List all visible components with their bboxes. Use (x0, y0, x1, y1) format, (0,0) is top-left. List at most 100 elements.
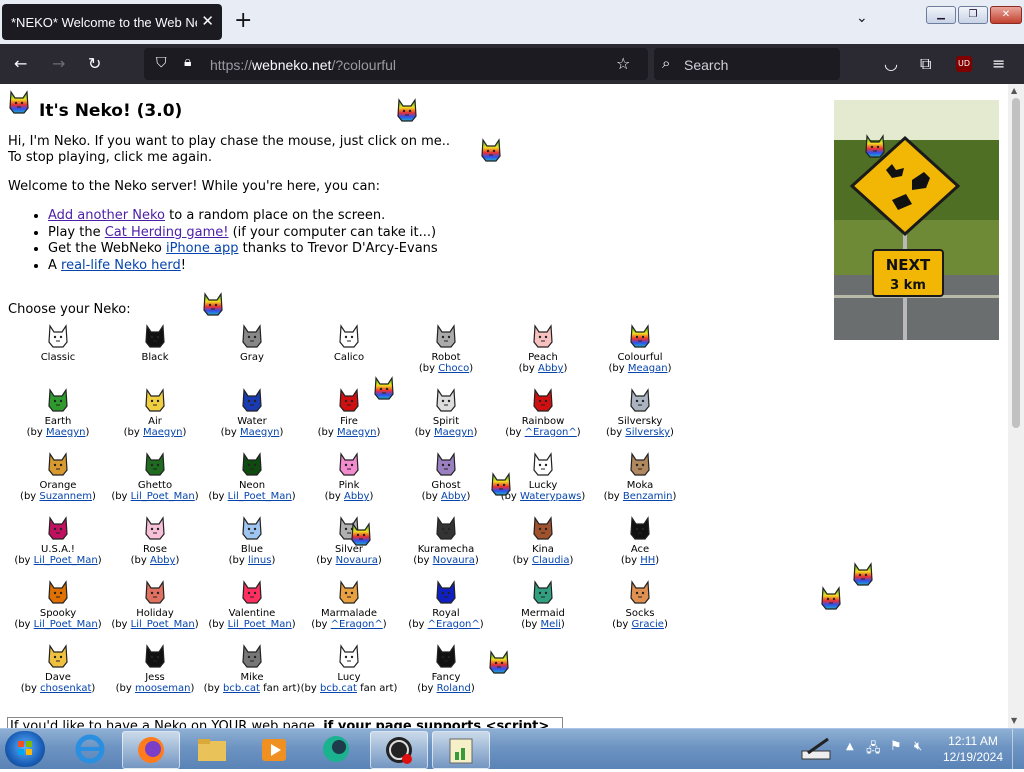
neko-herd-link[interactable]: real-life Neko herd (61, 258, 181, 273)
author-link[interactable]: Maegyn (46, 427, 86, 438)
author-link[interactable]: Roland (437, 683, 471, 694)
neko-sprite-icon[interactable] (528, 512, 558, 542)
neko-choice[interactable]: Spirit (by Maegyn) (396, 384, 496, 438)
neko-choice[interactable]: Marmalade (by ^Eragon^) (299, 576, 399, 630)
neko-sprite-icon[interactable] (140, 384, 170, 414)
neko-choice[interactable]: Ghetto (by Lil_Poet_Man) (105, 448, 205, 502)
neko-sprite-icon[interactable] (334, 448, 364, 478)
menu-icon[interactable]: ≡ (992, 54, 1005, 73)
neko-sprite-icon[interactable] (43, 320, 73, 350)
floating-neko-icon[interactable] (392, 94, 422, 124)
author-link[interactable]: Choco (438, 363, 469, 374)
author-link[interactable]: Waterypaws (520, 491, 581, 502)
neko-choice[interactable]: Ghost (by Abby) (396, 448, 496, 502)
neko-choice[interactable]: Rose (by Abby) (105, 512, 205, 566)
author-link[interactable]: Novaura (336, 555, 378, 566)
tracking-shield-icon[interactable]: ⛉ (156, 55, 167, 71)
pocket-icon[interactable]: ◡ (884, 54, 898, 73)
taskbar-explorer[interactable] (184, 731, 240, 767)
floating-neko-icon[interactable] (848, 558, 878, 588)
ublock-icon[interactable]: UD (956, 56, 972, 72)
neko-sprite-icon[interactable] (334, 576, 364, 606)
floating-neko-icon[interactable] (486, 468, 516, 498)
taskbar-clock[interactable]: 12:11 AM 12/19/2024 (942, 733, 1004, 765)
lock-icon[interactable]: 🔒︎ (184, 54, 191, 70)
neko-choice[interactable]: Neon (by Lil_Poet_Man) (202, 448, 302, 502)
floating-neko-icon[interactable] (346, 518, 376, 548)
close-window-button[interactable]: ✕ (990, 6, 1022, 24)
neko-cat-icon[interactable] (4, 86, 34, 116)
neko-choice[interactable]: U.S.A.! (by Lil_Poet_Man) (8, 512, 108, 566)
volume-muted-icon[interactable]: 🔇︎ (914, 739, 922, 754)
neko-sprite-icon[interactable] (528, 320, 558, 350)
author-link[interactable]: Maegyn (337, 427, 377, 438)
neko-sprite-icon[interactable] (625, 512, 655, 542)
neko-sprite-icon[interactable] (140, 640, 170, 670)
floating-neko-icon[interactable] (484, 646, 514, 676)
neko-sprite-icon[interactable] (431, 640, 461, 670)
neko-choice[interactable]: Gray (202, 320, 302, 363)
neko-choice[interactable]: Air (by Maegyn) (105, 384, 205, 438)
neko-choice[interactable]: Kina (by Claudia) (493, 512, 593, 566)
author-link[interactable]: Meli (541, 619, 561, 630)
neko-choice[interactable]: Royal (by ^Eragon^) (396, 576, 496, 630)
neko-choice[interactable]: Lucy (by bcb.cat fan art) (299, 640, 399, 694)
neko-sprite-icon[interactable] (43, 512, 73, 542)
floating-neko-icon[interactable] (860, 130, 890, 160)
neko-sprite-icon[interactable] (237, 640, 267, 670)
neko-sprite-icon[interactable] (43, 576, 73, 606)
author-link[interactable]: ^Eragon^ (331, 619, 383, 630)
list-all-tabs-icon[interactable]: ⌄ (856, 10, 868, 26)
neko-choice[interactable]: Black (105, 320, 205, 363)
show-hidden-icons-icon[interactable]: ▲ (846, 741, 854, 752)
neko-choice[interactable]: Classic (8, 320, 108, 363)
author-link[interactable]: Lil_Poet_Man (131, 491, 195, 502)
start-button[interactable] (5, 731, 45, 767)
restore-button[interactable]: ❐ (958, 6, 988, 24)
reload-icon[interactable]: ↻ (88, 54, 101, 73)
neko-choice[interactable]: Fancy (by Roland) (396, 640, 496, 694)
bookmark-star-icon[interactable]: ☆ (616, 54, 630, 73)
author-link[interactable]: Lil_Poet_Man (228, 619, 292, 630)
author-link[interactable]: Lil_Poet_Man (228, 491, 292, 502)
neko-sprite-icon[interactable] (625, 448, 655, 478)
neko-choice[interactable]: Dave (by chosenkat) (8, 640, 108, 694)
address-bar[interactable]: ⛉ 🔒︎ https://webneko.net/?colourful ☆ (144, 48, 648, 80)
neko-sprite-icon[interactable] (334, 320, 364, 350)
neko-sprite-icon[interactable] (528, 448, 558, 478)
network-icon[interactable]: 🖧︎ (866, 739, 881, 761)
neko-sprite-icon[interactable] (431, 576, 461, 606)
author-link[interactable]: Abby (344, 491, 369, 502)
author-link[interactable]: mooseman (135, 683, 191, 694)
neko-choice[interactable]: Socks (by Gracie) (590, 576, 690, 630)
author-link[interactable]: Maegyn (143, 427, 183, 438)
neko-sprite-icon[interactable] (140, 576, 170, 606)
vertical-scrollbar[interactable]: ▲ ▼ (1008, 84, 1024, 728)
scroll-thumb[interactable] (1012, 98, 1020, 428)
neko-sprite-icon[interactable] (431, 320, 461, 350)
neko-sprite-icon[interactable] (431, 512, 461, 542)
search-field[interactable]: ⌕ Search (654, 48, 840, 80)
author-link[interactable]: Maegyn (434, 427, 474, 438)
author-link[interactable]: HH (640, 555, 655, 566)
neko-sprite-icon[interactable] (528, 576, 558, 606)
neko-choice[interactable]: Orange (by Suzannem) (8, 448, 108, 502)
neko-sprite-icon[interactable] (237, 384, 267, 414)
neko-sprite-icon[interactable] (237, 512, 267, 542)
tab-close-icon[interactable]: ✕ (201, 12, 214, 30)
neko-sprite-icon[interactable] (140, 448, 170, 478)
neko-sprite-icon[interactable] (140, 320, 170, 350)
author-link[interactable]: Meagan (628, 363, 668, 374)
minimize-button[interactable]: ▁ (926, 6, 956, 24)
new-tab-icon[interactable]: + (234, 8, 252, 33)
author-link[interactable]: Lil_Poet_Man (34, 555, 98, 566)
neko-choice[interactable]: Water (by Maegyn) (202, 384, 302, 438)
author-link[interactable]: Benzamin (623, 491, 673, 502)
taskbar-obs[interactable] (370, 731, 428, 769)
neko-choice[interactable]: Colourful (by Meagan) (590, 320, 690, 374)
author-link[interactable]: linus (248, 555, 271, 566)
neko-sprite-icon[interactable] (43, 384, 73, 414)
author-link[interactable]: Abby (441, 491, 466, 502)
neko-choice[interactable]: Earth (by Maegyn) (8, 384, 108, 438)
back-icon[interactable]: ← (14, 54, 27, 73)
